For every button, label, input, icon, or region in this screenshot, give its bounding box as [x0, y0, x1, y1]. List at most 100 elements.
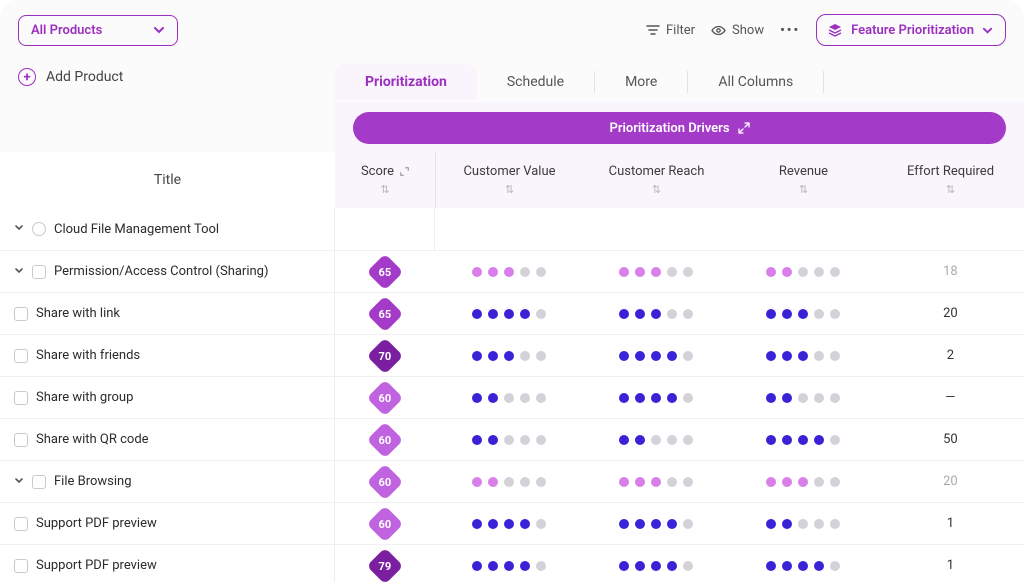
dot	[814, 393, 824, 403]
dot-rating[interactable]	[766, 393, 840, 403]
top-actions: Filter Show ••• Feature Prioritization	[646, 14, 1006, 46]
prioritization-drivers-button[interactable]: Prioritization Drivers	[353, 112, 1006, 144]
cell-customer-value	[435, 477, 582, 487]
row-checkbox[interactable]	[14, 349, 28, 363]
dot-rating[interactable]	[766, 435, 840, 445]
col-revenue[interactable]: Revenue⇅	[730, 152, 877, 208]
dot	[472, 267, 482, 277]
dot-rating[interactable]	[472, 309, 546, 319]
tab-all-columns[interactable]: All Columns	[688, 64, 823, 100]
dot	[536, 309, 546, 319]
dot	[830, 519, 840, 529]
dot	[651, 267, 661, 277]
row-checkbox[interactable]	[14, 559, 28, 573]
score-badge: 79	[367, 547, 404, 582]
dot	[536, 477, 546, 487]
dot-rating[interactable]	[619, 519, 693, 529]
cell-customer-value	[435, 351, 582, 361]
filter-button[interactable]: Filter	[646, 23, 695, 38]
add-product-label: Add Product	[46, 69, 123, 85]
dot-rating[interactable]	[619, 309, 693, 319]
cell-revenue	[730, 435, 877, 445]
expand-toggle[interactable]	[14, 265, 24, 279]
dot	[766, 435, 776, 445]
row-checkbox[interactable]	[32, 475, 46, 489]
row-radio[interactable]	[32, 222, 46, 236]
cell-customer-reach	[582, 393, 729, 403]
dot	[782, 519, 792, 529]
dot-rating[interactable]	[766, 309, 840, 319]
table-row: Share with QR code6050	[0, 418, 1024, 460]
dot-rating[interactable]	[472, 351, 546, 361]
row-checkbox[interactable]	[14, 307, 28, 321]
dot	[830, 267, 840, 277]
dot-rating[interactable]	[472, 435, 546, 445]
dot	[651, 519, 661, 529]
drivers-row: Prioritization Drivers	[0, 102, 1024, 152]
dot-rating[interactable]	[766, 561, 840, 571]
row-title: Permission/Access Control (Sharing)	[54, 264, 269, 279]
dot	[683, 477, 693, 487]
dot-rating[interactable]	[766, 267, 840, 277]
dot-rating[interactable]	[472, 393, 546, 403]
table-row: File Browsing6020	[0, 460, 1024, 502]
plus-circle-icon: +	[18, 68, 36, 86]
dot-rating[interactable]	[472, 477, 546, 487]
dot-rating[interactable]	[619, 435, 693, 445]
dot	[635, 435, 645, 445]
cell-score: 60	[335, 385, 435, 411]
row-checkbox[interactable]	[14, 391, 28, 405]
score-badge: 65	[367, 295, 404, 332]
dot-rating[interactable]	[766, 519, 840, 529]
feature-prioritization-button[interactable]: Feature Prioritization	[816, 14, 1006, 46]
dot-rating[interactable]	[472, 561, 546, 571]
row-checkbox[interactable]	[14, 433, 28, 447]
tab-prioritization[interactable]: Prioritization	[335, 64, 477, 100]
cell-customer-value	[435, 435, 582, 445]
cell-customer-reach	[582, 309, 729, 319]
more-menu-button[interactable]: •••	[780, 23, 800, 38]
dot	[814, 519, 824, 529]
dot-rating[interactable]	[472, 267, 546, 277]
dot-rating[interactable]	[619, 267, 693, 277]
col-score[interactable]: Score ⇅	[335, 152, 435, 208]
dot	[520, 393, 530, 403]
col-customer-value[interactable]: Customer Value⇅	[436, 152, 583, 208]
dot-rating[interactable]	[472, 519, 546, 529]
cell-customer-value	[435, 561, 582, 571]
dot	[798, 519, 808, 529]
dot-rating[interactable]	[619, 477, 693, 487]
expand-toggle[interactable]	[14, 475, 24, 489]
dot	[667, 309, 677, 319]
row-checkbox[interactable]	[32, 265, 46, 279]
row-checkbox[interactable]	[14, 517, 28, 531]
show-button[interactable]: Show	[711, 23, 764, 38]
add-product-button[interactable]: + Add Product	[18, 68, 123, 86]
dot	[782, 393, 792, 403]
dot-rating[interactable]	[619, 393, 693, 403]
tab-more[interactable]: More	[595, 64, 687, 100]
tabs: Prioritization Schedule More All Columns	[335, 62, 1024, 102]
dot	[830, 393, 840, 403]
cell-customer-value	[435, 393, 582, 403]
product-selector[interactable]: All Products	[18, 15, 178, 46]
cell-revenue	[730, 309, 877, 319]
col-customer-reach[interactable]: Customer Reach⇅	[583, 152, 730, 208]
cell-effort: 2	[877, 348, 1024, 363]
dot-rating[interactable]	[766, 477, 840, 487]
dot-rating[interactable]	[766, 351, 840, 361]
cell-revenue	[730, 477, 877, 487]
cell-revenue	[730, 561, 877, 571]
dot-rating[interactable]	[619, 351, 693, 361]
dot	[504, 561, 514, 571]
tab-schedule[interactable]: Schedule	[477, 64, 594, 100]
cell-revenue	[730, 267, 877, 277]
dot-rating[interactable]	[619, 561, 693, 571]
cell-score: 60	[335, 511, 435, 537]
expand-toggle[interactable]	[14, 222, 24, 236]
col-effort-required[interactable]: Effort Required⇅	[877, 152, 1024, 208]
row-title: Support PDF preview	[36, 516, 157, 531]
row-title: File Browsing	[54, 474, 132, 489]
cell-revenue	[730, 393, 877, 403]
dot	[504, 435, 514, 445]
